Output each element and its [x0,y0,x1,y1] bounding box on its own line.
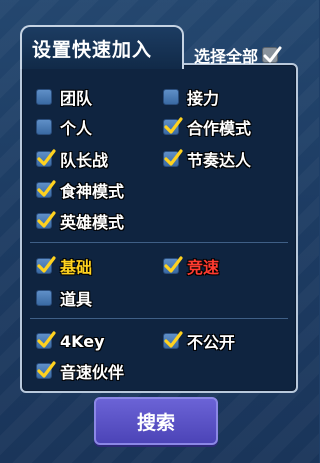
option-items[interactable]: 道具 [36,287,92,309]
checkbox-checked-icon [36,180,56,198]
checkbox-checked-icon [36,331,56,349]
option-sonic-partner[interactable]: 音速伙伴 [36,360,124,382]
checkbox-checked-icon [36,149,56,167]
option-label: 节奏达人 [187,151,252,170]
option-label: 不公开 [187,333,236,352]
option-label: 道具 [60,290,93,309]
checkbox-unchecked-icon [36,89,52,105]
checkbox-checked-icon [163,331,183,349]
option-hero-mode[interactable]: 英雄模式 [36,210,124,232]
option-team[interactable]: 团队 [36,86,92,108]
checkbox-checked-icon [163,149,183,167]
option-private[interactable]: 不公开 [163,330,235,352]
option-speed[interactable]: 竞速 [163,255,219,277]
search-button[interactable]: 搜索 [94,397,218,445]
checkbox-unchecked-icon [36,119,52,135]
option-rhythm-master[interactable]: 节奏达人 [163,148,251,170]
checkbox-checked-icon [36,361,56,379]
select-all-label: 选择全部 [194,47,259,66]
option-basic[interactable]: 基础 [36,255,92,277]
divider [30,318,288,319]
option-label: 基础 [60,258,93,277]
option-label: 队长战 [60,151,109,170]
option-label: 音速伙伴 [60,363,125,382]
option-label: 英雄模式 [60,213,125,232]
option-label: 接力 [187,89,220,108]
checkbox-unchecked-icon [36,290,52,306]
option-label: 团队 [60,89,93,108]
panel-title-tab: 设置快速加入 [20,25,184,69]
select-all-check-icon [262,46,282,63]
option-label: 竞速 [187,258,220,277]
option-label: 食神模式 [60,182,125,201]
option-individual[interactable]: 个人 [36,116,92,138]
option-label: 合作模式 [187,119,252,138]
select-all-checkbox[interactable]: 选择全部 [194,44,282,66]
option-captain-battle[interactable]: 队长战 [36,148,108,170]
divider [30,242,288,243]
option-label: 个人 [60,119,93,138]
option-label: 4Key [60,331,105,351]
checkbox-checked-icon [163,256,183,274]
option-food-god-mode[interactable]: 食神模式 [36,179,124,201]
option-4key[interactable]: 4Key [36,330,105,352]
checkbox-unchecked-icon [163,89,179,105]
checkbox-checked-icon [36,211,56,229]
panel-title: 设置快速加入 [32,39,153,61]
option-relay[interactable]: 接力 [163,86,219,108]
checkbox-checked-icon [163,117,183,135]
option-coop-mode[interactable]: 合作模式 [163,116,251,138]
checkbox-checked-icon [36,256,56,274]
